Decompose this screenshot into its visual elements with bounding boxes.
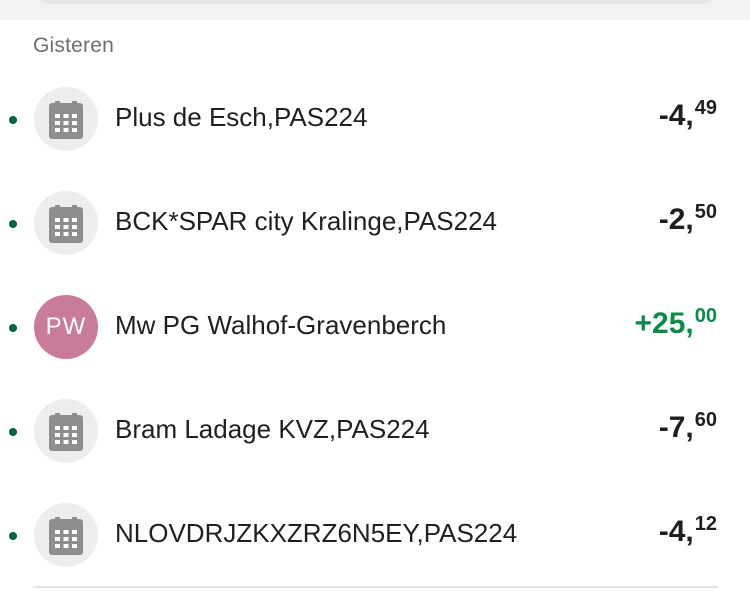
unread-dot-icon <box>9 220 17 228</box>
avatar-initials: PW <box>45 313 87 340</box>
amount-integer: -7, <box>658 411 694 444</box>
unread-dot-icon <box>9 324 17 332</box>
top-strip <box>0 0 750 20</box>
transaction-row[interactable]: PW Mw PG Walhof-Gravenberch +25,00 <box>0 274 750 378</box>
amount-integer: -4, <box>658 99 694 132</box>
amount-decimals: 49 <box>694 97 717 119</box>
transaction-amount: -4,12 <box>659 513 717 549</box>
receipt-icon <box>34 87 98 151</box>
amount-integer: +25, <box>634 307 694 340</box>
search-bar-edge[interactable] <box>36 0 716 4</box>
amount-integer: -2, <box>658 203 694 236</box>
transaction-list: Plus de Esch,PAS224 -4,49 BCK*SPAR city … <box>0 66 750 586</box>
unread-dot-icon <box>9 116 17 124</box>
receipt-icon <box>34 503 98 567</box>
transaction-amount: -2,50 <box>659 201 717 237</box>
transaction-row[interactable]: Bram Ladage KVZ,PAS224 -7,60 <box>0 378 750 482</box>
transaction-row[interactable]: Plus de Esch,PAS224 -4,49 <box>0 66 750 170</box>
transaction-amount: +25,00 <box>635 305 717 341</box>
transaction-amount: -4,49 <box>659 97 717 133</box>
list-divider <box>33 586 718 588</box>
amount-decimals: 12 <box>694 513 717 535</box>
transaction-name: Mw PG Walhof-Gravenberch <box>115 310 447 340</box>
unread-dot-icon <box>9 532 17 540</box>
contact-avatar: PW <box>34 295 98 359</box>
transaction-name: NLOVDRJZKXZRZ6N5EY,PAS224 <box>115 518 518 548</box>
amount-integer: -4, <box>658 515 694 548</box>
date-section-header: Gisteren <box>33 34 114 57</box>
receipt-icon <box>34 399 98 463</box>
transaction-name: BCK*SPAR city Kralinge,PAS224 <box>115 206 497 236</box>
amount-decimals: 50 <box>694 201 717 223</box>
transaction-row[interactable]: NLOVDRJZKXZRZ6N5EY,PAS224 -4,12 <box>0 482 750 586</box>
transaction-name: Plus de Esch,PAS224 <box>115 102 368 132</box>
amount-decimals: 00 <box>694 305 717 327</box>
transaction-name: Bram Ladage KVZ,PAS224 <box>115 414 430 444</box>
receipt-icon <box>34 191 98 255</box>
unread-dot-icon <box>9 428 17 436</box>
amount-decimals: 60 <box>694 409 717 431</box>
transaction-amount: -7,60 <box>659 409 717 445</box>
transaction-row[interactable]: BCK*SPAR city Kralinge,PAS224 -2,50 <box>0 170 750 274</box>
